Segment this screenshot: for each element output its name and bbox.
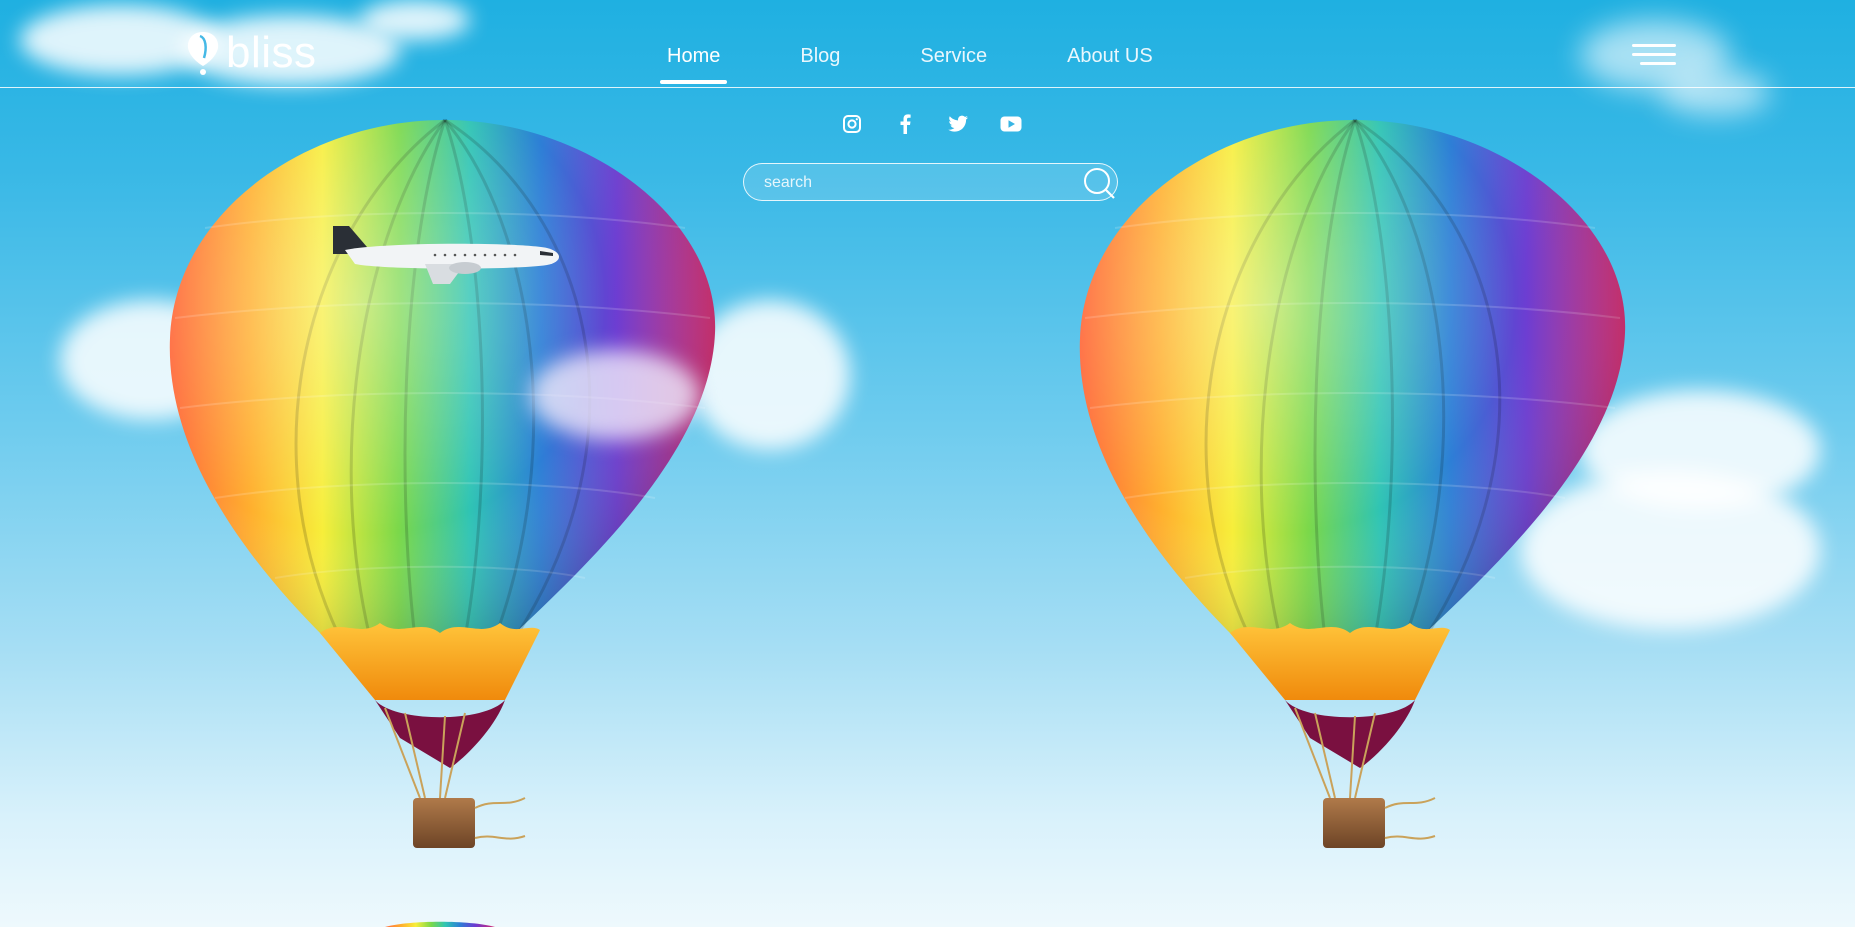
cloud-decoration (530, 350, 700, 440)
airplane-image (333, 226, 559, 284)
main-nav: Home Blog Service About US (660, 41, 1226, 84)
search-icon (1084, 168, 1115, 199)
twitter-icon[interactable] (946, 112, 969, 135)
social-links (840, 112, 1022, 135)
search-button[interactable] (1081, 165, 1117, 201)
hamburger-line (1632, 44, 1676, 47)
search-bar (743, 163, 1118, 202)
hot-air-balloon-bottom (385, 921, 495, 927)
nav-item-service[interactable]: Service (913, 41, 994, 72)
site-header: bliss Home Blog Service About US (0, 0, 1855, 88)
hot-air-balloon-right (1079, 118, 1626, 848)
hamburger-line (1640, 62, 1676, 65)
balloon-pin-icon (187, 32, 219, 75)
instagram-icon[interactable] (840, 112, 863, 135)
youtube-icon[interactable] (999, 112, 1022, 135)
hamburger-line (1632, 53, 1676, 56)
nav-item-blog[interactable]: Blog (793, 41, 847, 72)
brand-name: bliss (226, 28, 317, 77)
brand-logo[interactable]: bliss (186, 30, 317, 76)
hamburger-menu-button[interactable] (1632, 44, 1676, 66)
facebook-icon[interactable] (893, 112, 916, 135)
nav-item-home[interactable]: Home (660, 41, 728, 84)
search-input[interactable] (762, 164, 1066, 202)
nav-item-about-us[interactable]: About US (1060, 41, 1160, 72)
